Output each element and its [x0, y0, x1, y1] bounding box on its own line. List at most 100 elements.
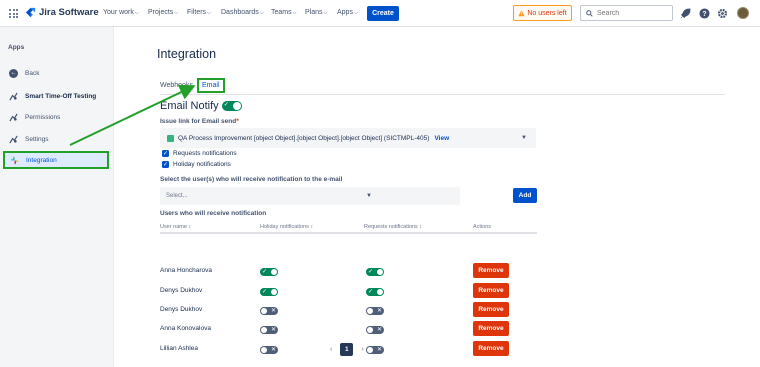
cross-icon: ✕ [376, 308, 382, 314]
page-title: Integration [157, 47, 217, 61]
avatar[interactable] [737, 7, 749, 19]
create-button[interactable]: Create [367, 6, 399, 21]
select-users-label: Select the user(s) who will receive noti… [160, 176, 343, 183]
jira-logo[interactable]: Jira Software [25, 7, 99, 18]
select-placeholder: Select... [166, 193, 188, 199]
header-requests[interactable]: Requests notifications ↕ [364, 224, 422, 230]
user-name: Anna Honcharova [160, 267, 213, 274]
chevron-down-icon: ⌵ [174, 10, 179, 16]
svg-text:?: ? [702, 11, 706, 18]
users-left-warning[interactable]: No users left [513, 5, 572, 21]
sidebar-item-settings[interactable]: Settings [3, 130, 109, 148]
requests-toggle[interactable]: ✕ [366, 307, 384, 317]
table-row: Denys Dukhov ✓ ✓ Remove [160, 282, 537, 301]
holiday-toggle[interactable]: ✓ [260, 288, 278, 298]
nav-plans[interactable]: Plans⌵ [305, 9, 327, 16]
remove-button[interactable]: Remove [473, 321, 509, 336]
warning-icon [518, 9, 526, 16]
nav-label: Teams [271, 9, 292, 16]
prev-page-icon[interactable]: ‹ [330, 346, 332, 353]
search-input[interactable] [597, 9, 667, 17]
check-icon: ✓ [262, 269, 268, 275]
email-notify-toggle[interactable]: ✓ [221, 101, 242, 111]
checkbox-label: Requests notifications [173, 150, 237, 157]
sidebar-item-label: Settings [25, 135, 49, 143]
table-row: Anna Honcharova ✓ ✓ Remove [160, 262, 537, 281]
requests-toggle[interactable]: ✓ [366, 268, 384, 278]
nav-label: Dashboards [221, 9, 259, 16]
search-icon [586, 9, 593, 17]
nav-label: Apps [337, 9, 353, 16]
sidebar-item-permissions[interactable]: Permissions [3, 108, 109, 126]
nav-label: Filters [187, 9, 207, 16]
chevron-down-icon: ⌵ [323, 10, 328, 16]
table-header: User name ↕ Holiday notifications ↕ Requ… [160, 223, 537, 234]
nav-projects[interactable]: Projects⌵ [148, 9, 178, 16]
sidebar-item-back[interactable]: ← Back [3, 64, 109, 82]
chevron-down-icon: ⌵ [134, 10, 139, 16]
user-name: Denys Dukhov [160, 287, 203, 294]
tab-email[interactable]: Email [197, 78, 225, 93]
user-select[interactable]: Select... ▼ [160, 187, 460, 205]
gear-icon[interactable] [717, 8, 728, 19]
requests-toggle[interactable]: ✓ [366, 288, 384, 298]
holiday-toggle[interactable]: ✓ [260, 268, 278, 278]
notifications-rocket-icon[interactable] [680, 8, 691, 19]
remove-button[interactable]: Remove [473, 283, 509, 298]
user-name: Lillian Ashlea [160, 345, 198, 352]
sidebar-item-label: Integration [26, 156, 57, 164]
user-name: Denys Dukhov [160, 306, 203, 313]
chevron-down-icon: ▼ [521, 135, 527, 141]
chevron-down-icon: ⌵ [259, 10, 264, 16]
nav-teams[interactable]: Teams⌵ [271, 9, 296, 16]
checkbox-checked-icon[interactable]: ✓ [162, 150, 169, 157]
users-heading: Users who will receive notification [160, 210, 267, 217]
sidebar-item-label: Back [25, 69, 40, 77]
product-name: Jira Software [39, 7, 99, 18]
app-switcher-icon[interactable] [9, 9, 18, 18]
next-page-icon[interactable]: › [361, 346, 363, 353]
email-notify-title: Email Notify [160, 100, 219, 112]
nav-dashboards[interactable]: Dashboards⌵ [221, 9, 264, 16]
header-holiday[interactable]: Holiday notifications ↕ [260, 224, 313, 230]
slack-icon [10, 156, 19, 164]
jira-logo-icon [25, 7, 36, 18]
holiday-toggle[interactable]: ✕ [260, 307, 278, 317]
remove-button[interactable]: Remove [473, 341, 509, 356]
sidebar-item-integration[interactable]: Integration [3, 151, 109, 169]
add-button[interactable]: Add [513, 188, 537, 203]
view-link[interactable]: View [434, 135, 449, 142]
holiday-toggle[interactable]: ✕ [260, 326, 278, 336]
tab-webhooks[interactable]: Webhooks [160, 82, 193, 89]
top-navigation: Jira Software Your work⌵ Projects⌵ Filte… [0, 0, 760, 27]
holiday-toggle[interactable]: ✕ [260, 346, 278, 356]
checkbox-checked-icon[interactable]: ✓ [162, 161, 169, 168]
settings-icon [9, 135, 18, 143]
chevron-down-icon: ⌵ [207, 10, 211, 16]
cross-icon: ✕ [270, 327, 276, 333]
checkbox-label: Holiday notifications [173, 161, 231, 168]
chevron-down-icon: ⌵ [292, 10, 297, 16]
check-icon: ✓ [368, 289, 374, 295]
check-icon: ✓ [368, 269, 374, 275]
nav-your-work[interactable]: Your work⌵ [103, 9, 139, 16]
user-name: Anna Konovalova [160, 325, 211, 332]
holiday-notifications-checkbox[interactable]: ✓ Holiday notifications [162, 161, 231, 168]
check-icon: ✓ [223, 102, 229, 108]
requests-toggle[interactable]: ✕ [366, 346, 384, 356]
nav-filters[interactable]: Filters⌵ [187, 9, 211, 16]
requests-toggle[interactable]: ✕ [366, 326, 384, 336]
users-left-label: No users left [527, 9, 567, 17]
sidebar-heading: Apps [8, 44, 25, 51]
permissions-icon [9, 113, 18, 121]
header-user-name[interactable]: User name ↕ [160, 224, 191, 230]
remove-button[interactable]: Remove [473, 263, 509, 278]
requests-notifications-checkbox[interactable]: ✓ Requests notifications [162, 150, 237, 157]
page-number-current[interactable]: 1 [340, 343, 354, 356]
search-box[interactable] [580, 5, 673, 21]
nav-apps[interactable]: Apps⌵ [337, 9, 358, 16]
remove-button[interactable]: Remove [473, 302, 509, 317]
help-icon[interactable]: ? [699, 8, 710, 19]
sidebar-item-smart-time-off[interactable]: Smart Time-Off Testing [3, 87, 109, 105]
issue-select[interactable]: QA Process Improvement [object Object].[… [160, 128, 536, 148]
